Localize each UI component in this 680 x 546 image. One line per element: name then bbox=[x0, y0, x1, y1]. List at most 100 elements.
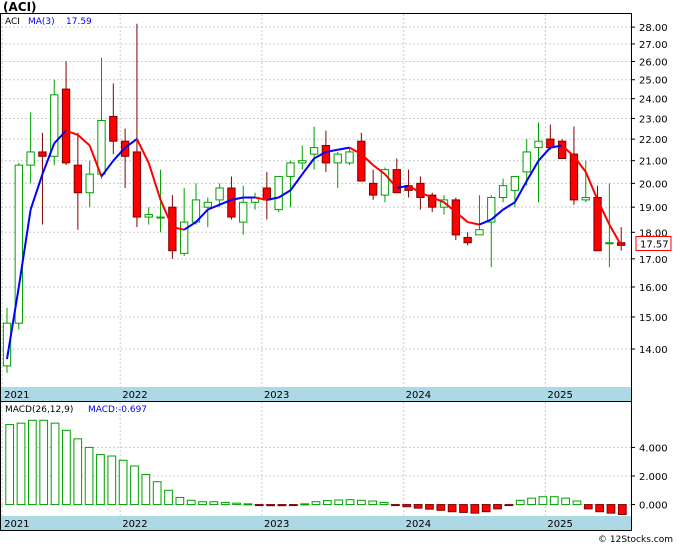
candle-body bbox=[180, 221, 189, 254]
candle-body bbox=[534, 140, 543, 149]
candle-body bbox=[38, 151, 47, 157]
macd-histogram-bar bbox=[470, 504, 480, 514]
candle-body bbox=[333, 153, 342, 164]
candle-body bbox=[463, 236, 472, 244]
macd-histogram-bar bbox=[595, 504, 604, 513]
price-legend-symbol: ACI bbox=[5, 17, 20, 27]
macd-histogram-bar bbox=[368, 500, 378, 506]
candle-body bbox=[168, 206, 177, 252]
candle-body bbox=[605, 242, 614, 245]
macd-histogram-bar bbox=[583, 504, 593, 510]
macd-histogram-bar bbox=[118, 459, 128, 506]
price-y-tick-label: 22.00 bbox=[639, 135, 668, 146]
macd-histogram-bar bbox=[311, 501, 321, 506]
price-y-tick-label: 24.00 bbox=[639, 95, 668, 106]
macd-x-tick-label: 2021 bbox=[4, 519, 29, 530]
macd-histogram-bar bbox=[379, 501, 389, 506]
macd-legend-label: MACD(26,12,9) bbox=[5, 405, 73, 415]
candle-body bbox=[581, 196, 590, 201]
macd-histogram-bar bbox=[561, 497, 570, 506]
macd-histogram-bar bbox=[345, 499, 355, 506]
macd-legend-value: MACD:-0.697 bbox=[88, 405, 147, 415]
candle-body bbox=[73, 164, 83, 194]
last-price-label: 17.57 bbox=[640, 240, 669, 251]
candle-body bbox=[510, 175, 520, 191]
macd-histogram-bar bbox=[459, 504, 468, 513]
macd-histogram-bar bbox=[288, 504, 298, 507]
macd-histogram-bar bbox=[16, 422, 26, 506]
macd-histogram-bar bbox=[96, 454, 105, 506]
macd-histogram-bar bbox=[5, 424, 15, 506]
candle-body bbox=[203, 201, 212, 208]
candle-body bbox=[215, 187, 224, 201]
macd-x-tick-label: 2024 bbox=[406, 519, 431, 530]
macd-histogram-bar bbox=[152, 481, 162, 506]
macd-histogram-bar bbox=[447, 504, 457, 513]
macd-histogram-bar bbox=[504, 504, 514, 507]
price-y-tick-label: 25.00 bbox=[639, 76, 668, 87]
candle-body bbox=[345, 151, 354, 164]
price-y-tick-label: 27.00 bbox=[639, 40, 668, 51]
macd-histogram-bar bbox=[73, 438, 83, 506]
macd-histogram-bar bbox=[322, 500, 332, 506]
macd-histogram-bar bbox=[606, 504, 616, 514]
macd-histogram-bar bbox=[572, 500, 582, 506]
price-legend-ma-value: 17.59 bbox=[66, 17, 92, 27]
macd-histogram-bar bbox=[220, 501, 230, 506]
macd-histogram-bar bbox=[243, 503, 253, 506]
macd-histogram-bar bbox=[334, 499, 344, 506]
macd-histogram-bar bbox=[425, 504, 434, 510]
macd-histogram-bar bbox=[436, 504, 446, 511]
price-y-tick-label: 23.00 bbox=[639, 114, 668, 125]
macd-y-tick-label: 0.000 bbox=[639, 501, 668, 512]
price-y-tick-label: 28.00 bbox=[639, 23, 668, 34]
candle-body bbox=[85, 173, 94, 194]
candle-body bbox=[227, 187, 236, 218]
price-x-axis-band bbox=[1, 387, 631, 401]
price-y-tick-label: 14.00 bbox=[639, 345, 668, 356]
macd-histogram-bar bbox=[50, 422, 60, 506]
price-x-tick-label: 2021 bbox=[4, 390, 29, 401]
candle-body bbox=[522, 151, 531, 173]
candle-body bbox=[557, 140, 567, 159]
price-y-tick-label: 21.00 bbox=[639, 157, 668, 168]
candle-body bbox=[368, 182, 378, 196]
price-x-tick-label: 2024 bbox=[406, 390, 431, 401]
macd-histogram-bar bbox=[254, 504, 264, 507]
macd-histogram-bar bbox=[481, 504, 491, 513]
candle-body bbox=[498, 185, 508, 198]
candle-body bbox=[392, 169, 401, 194]
macd-histogram-bar bbox=[175, 496, 185, 506]
macd-histogram-bar bbox=[300, 503, 310, 506]
price-y-tick-label: 20.00 bbox=[639, 179, 668, 190]
candle-body bbox=[156, 216, 165, 219]
macd-histogram-bar bbox=[62, 429, 71, 506]
price-y-tick-label: 26.00 bbox=[639, 58, 668, 69]
macd-histogram-bar bbox=[357, 499, 366, 506]
macd-histogram-bar bbox=[209, 501, 219, 506]
macd-histogram-bar bbox=[617, 504, 627, 516]
macd-histogram-bar bbox=[186, 499, 196, 506]
macd-histogram-bar bbox=[527, 497, 536, 506]
macd-histogram-bar bbox=[198, 501, 207, 506]
candle-body bbox=[97, 119, 106, 175]
price-y-tick-label: 19.00 bbox=[639, 203, 668, 214]
macd-histogram-bar bbox=[232, 502, 241, 506]
candle-body bbox=[309, 147, 319, 155]
macd-histogram-bar bbox=[402, 504, 412, 508]
price-y-tick-label: 16.00 bbox=[639, 283, 668, 294]
macd-y-tick-label: 4.000 bbox=[639, 443, 668, 454]
macd-x-tick-label: 2022 bbox=[122, 519, 147, 530]
candle-body bbox=[298, 160, 307, 164]
candle-body bbox=[132, 151, 142, 218]
candle-body bbox=[26, 151, 35, 166]
price-y-tick-label: 17.00 bbox=[639, 255, 668, 266]
macd-histogram-bar bbox=[515, 499, 525, 506]
macd-histogram-bar bbox=[413, 504, 423, 509]
candle-body bbox=[286, 162, 295, 177]
candle-body bbox=[144, 214, 153, 218]
watermark: © 12Stocks.com bbox=[598, 535, 673, 545]
macd-y-tick-label: 2.000 bbox=[639, 472, 668, 483]
macd-x-tick-label: 2023 bbox=[264, 519, 289, 530]
candle-body bbox=[262, 187, 272, 201]
